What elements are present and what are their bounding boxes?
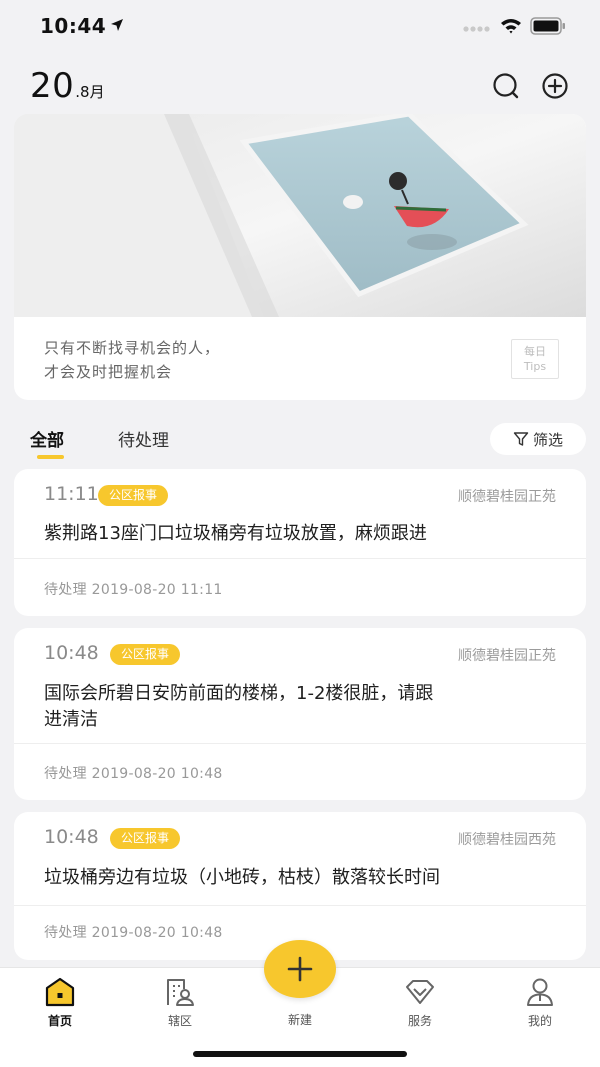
nav-label-new: 新建 [287,1013,312,1027]
wifi-icon [501,19,521,34]
report-title-line1: 国际会所碧日安防前面的楼梯，1-2楼很脏，请跟 [44,683,434,704]
report-location: 顺德碧桂园西苑 [458,832,556,848]
daily-tips-badge: 每日 Tips [511,339,559,379]
tips-quote: 只有不断找寻机会的人， 才会及时把握机会 [44,336,220,384]
nav-item-service[interactable]: 服务 [380,968,460,1038]
search-icon[interactable] [492,72,520,100]
battery-icon [530,17,565,35]
nav-item-district[interactable]: 辖区 [140,968,220,1038]
report-category-tag: 公区报事 [110,828,181,849]
nav-item-home[interactable]: 首页 [20,968,100,1038]
report-time: 10:48 [44,642,99,664]
nav-label-mine: 我的 [527,1014,552,1028]
daily-tips-card[interactable]: 只有不断找寻机会的人， 才会及时把握机会 每日 Tips [14,114,586,400]
report-title: 紫荆路13座门口垃圾桶旁有垃圾放置，麻烦跟进 [44,523,427,544]
date-header: 20.8月 [30,66,105,106]
card-divider [14,743,586,744]
filter-button[interactable]: 筛选 [490,423,586,455]
report-location: 顺德碧桂园正苑 [458,648,556,664]
nav-label-district: 辖区 [167,1014,192,1028]
report-status: 待处理 2019-08-20 11:11 [44,582,223,598]
filter-label: 筛选 [532,430,563,449]
report-category-tag: 公区报事 [98,485,169,506]
card-divider [14,558,586,559]
district-icon [167,979,194,1006]
nav-label-home: 首页 [47,1014,72,1028]
report-status: 待处理 2019-08-20 10:48 [44,925,223,941]
user-icon [527,978,553,1006]
report-time: 11:11 [44,483,99,505]
card-divider [14,905,586,906]
service-diamond-icon [406,980,434,1004]
report-time: 10:48 [44,826,99,848]
status-bar: 10:44 [0,0,600,54]
home-icon [45,977,75,1007]
date-day: 20 [30,66,75,106]
plus-icon [287,956,313,982]
report-card[interactable]: 10:48 公区报事 顺德碧桂园西苑 垃圾桶旁边有垃圾（小地砖，枯枝）散落较长时… [14,812,586,960]
status-time: 10:44 [40,14,107,38]
report-title: 垃圾桶旁边有垃圾（小地砖，枯枝）散落较长时间 [44,867,440,888]
signal-icon [463,26,490,32]
filter-icon [513,432,529,446]
daily-tips-badge-line2: Tips [523,360,547,373]
home-indicator [193,1051,407,1057]
tab-pending[interactable]: 待处理 [118,426,169,451]
tips-quote-line2: 才会及时把握机会 [44,363,173,381]
active-tab-indicator [37,455,64,459]
location-arrow-icon [111,19,123,31]
new-report-button[interactable] [264,940,336,998]
daily-tips-badge-line1: 每日 [524,345,546,358]
tab-all[interactable]: 全部 [30,426,64,451]
report-title: 国际会所碧日安防前面的楼梯，1-2楼很脏，请跟 进清洁 [44,681,544,733]
add-circle-icon[interactable] [541,72,569,100]
report-card[interactable]: 11:11 公区报事 顺德碧桂园正苑 紫荆路13座门口垃圾桶旁有垃圾放置，麻烦跟… [14,469,586,616]
date-month: .8月 [75,83,105,101]
nav-label-service: 服务 [407,1014,432,1028]
report-location: 顺德碧桂园正苑 [458,489,556,505]
tips-photo [14,114,586,317]
report-status: 待处理 2019-08-20 10:48 [44,766,223,782]
report-card[interactable]: 10:48 公区报事 顺德碧桂园正苑 国际会所碧日安防前面的楼梯，1-2楼很脏，… [14,628,586,800]
report-title-line2: 进清洁 [44,709,98,730]
tips-quote-line1: 只有不断找寻机会的人， [44,339,221,357]
nav-item-mine[interactable]: 我的 [500,968,580,1038]
report-category-tag: 公区报事 [110,644,181,665]
